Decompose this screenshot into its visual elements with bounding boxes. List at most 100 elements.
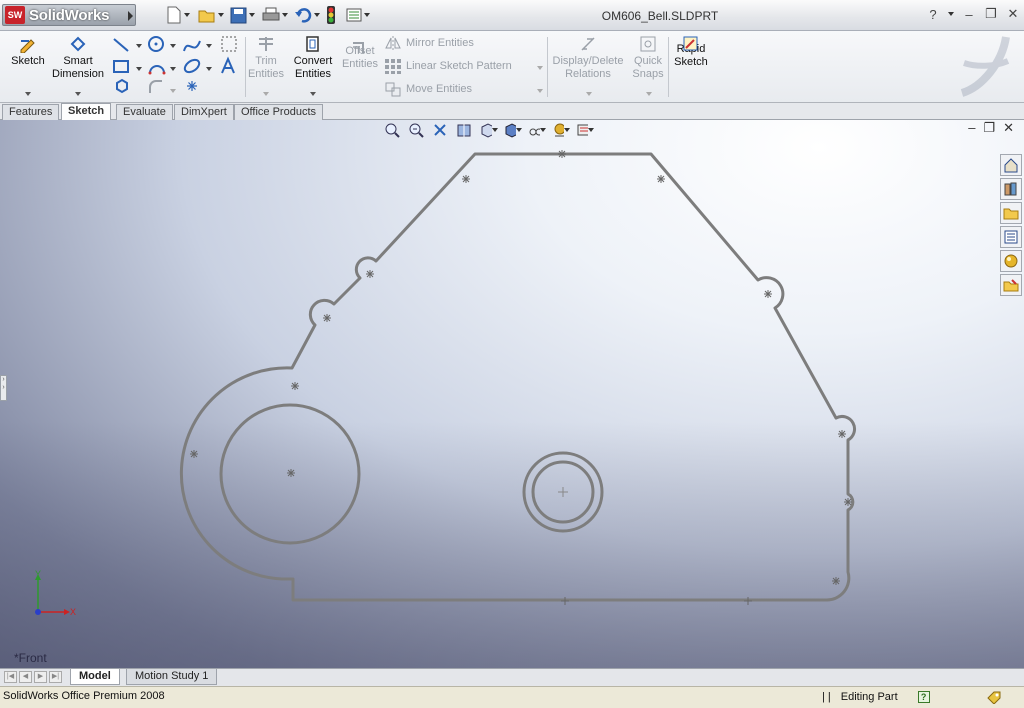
relations-dropdown-icon[interactable]	[586, 92, 592, 96]
smart-dimension-button[interactable]: Smart Dimension	[52, 35, 104, 81]
next-tab-arrow-icon[interactable]: ▶	[34, 671, 47, 683]
zoom-to-fit-button[interactable]	[384, 122, 402, 138]
save-icon	[230, 7, 247, 23]
convert-dropdown-icon[interactable]	[310, 92, 316, 96]
sketch-button[interactable]: Sketch	[10, 35, 46, 68]
circle-icon[interactable]	[148, 36, 164, 52]
task-pane-design-library[interactable]	[1000, 178, 1022, 200]
quick-tips-help-icon[interactable]: ?	[917, 691, 930, 703]
polygon-icon[interactable]	[116, 78, 128, 94]
open-button[interactable]	[198, 5, 226, 25]
options-button[interactable]	[346, 5, 374, 25]
pattern-dropdown-icon[interactable]	[537, 66, 543, 70]
construction-geometry-icon[interactable]	[221, 36, 237, 52]
save-button[interactable]	[230, 5, 258, 25]
tab-features[interactable]: Features	[2, 104, 60, 120]
ellipse-icon[interactable]	[183, 57, 202, 74]
rapid-sketch-button[interactable]: Rapid Sketch	[672, 36, 710, 69]
trim-dropdown-icon[interactable]	[263, 92, 269, 96]
hide-show-items-button[interactable]	[528, 122, 546, 138]
quick-snaps-button[interactable]: Quick Snaps	[630, 35, 666, 81]
tab-motion-study-1[interactable]: Motion Study 1	[126, 669, 218, 685]
display-delete-relations-button[interactable]: Display/Delete Relations	[552, 35, 624, 81]
mirror-entities-button[interactable]: Mirror Entities	[384, 35, 474, 51]
status-right-group: | | Editing Part ?	[822, 690, 1002, 704]
graphics-area[interactable]: – ❐ ✕ › › Y X *Front	[0, 120, 1024, 668]
traffic-light-icon	[327, 6, 335, 24]
viewport-minimize-button[interactable]: –	[968, 120, 975, 136]
task-pane-appearances[interactable]	[1000, 250, 1022, 272]
tab-office-products[interactable]: Office Products	[234, 104, 323, 120]
rebuild-button[interactable]	[326, 5, 342, 25]
undo-button[interactable]	[294, 5, 322, 25]
feature-manager-expand-handle[interactable]: › ›	[0, 375, 7, 401]
mirror-entities-icon	[385, 36, 401, 50]
tab-model[interactable]: Model	[70, 669, 120, 685]
trim-entities-button[interactable]: Trim Entities	[247, 35, 285, 81]
new-document-button[interactable]	[166, 5, 194, 25]
heads-up-view-toolbar	[384, 122, 594, 138]
move-entities-button[interactable]: Move Entities	[384, 81, 472, 97]
help-button[interactable]: ?	[926, 7, 940, 22]
display-style-button[interactable]	[504, 122, 522, 138]
task-pane-file-explorer[interactable]	[1000, 202, 1022, 224]
tab-scroll-arrows: |◀ ◀ ▶ ▶|	[4, 671, 62, 683]
quick-access-toolbar	[166, 5, 374, 25]
display-delete-relations-label-1: Display/Delete	[552, 55, 624, 67]
point-icon[interactable]	[187, 81, 197, 91]
open-folder-icon	[198, 10, 215, 23]
trim-entities-icon	[259, 37, 273, 51]
quick-snaps-label-1: Quick	[633, 55, 663, 67]
smart-dimension-label-1: Smart	[63, 55, 93, 67]
text-icon[interactable]	[221, 56, 235, 74]
smart-dimension-dropdown-icon[interactable]	[75, 92, 81, 96]
prev-tab-arrow-icon[interactable]: ◀	[19, 671, 32, 683]
edit-appearance-button[interactable]	[552, 122, 570, 138]
linear-sketch-pattern-button[interactable]: Linear Sketch Pattern	[384, 58, 512, 74]
outer-profile[interactable]	[179, 152, 857, 602]
view-settings-button[interactable]	[576, 122, 594, 138]
tag-icon[interactable]	[986, 690, 1002, 704]
solidworks-menu-button[interactable]: SW SolidWorks	[2, 4, 136, 26]
first-tab-arrow-icon[interactable]: |◀	[4, 671, 17, 683]
section-view-button[interactable]	[456, 122, 474, 138]
smart-dimension-icon	[70, 36, 86, 52]
view-orientation-button[interactable]	[480, 122, 498, 138]
tab-dimxpert[interactable]: DimXpert	[174, 104, 234, 120]
spline-icon[interactable]	[183, 40, 201, 52]
help-dropdown-icon[interactable]	[948, 12, 954, 16]
close-button[interactable]: ✕	[1006, 6, 1020, 22]
print-button[interactable]	[262, 5, 290, 25]
solidworks-logo-text: SolidWorks	[29, 6, 110, 24]
minimize-button[interactable]: –	[962, 7, 976, 22]
linear-pattern-icon	[385, 59, 401, 74]
command-manager: Sketch Smart Dimension Trim Entities Con…	[0, 31, 1024, 103]
task-pane-view-palette[interactable]	[1000, 226, 1022, 248]
task-pane-home[interactable]	[1000, 154, 1022, 176]
convert-entities-label-2: Entities	[294, 68, 332, 80]
restore-button[interactable]: ❐	[984, 6, 998, 22]
quick-snaps-dropdown-icon[interactable]	[646, 92, 652, 96]
zoom-to-fit-icon	[385, 123, 400, 138]
offset-entities-button[interactable]: Offset Entities	[340, 42, 380, 71]
tab-evaluate[interactable]: Evaluate	[116, 104, 173, 120]
task-pane-custom-properties[interactable]	[1000, 274, 1022, 296]
arc-icon[interactable]	[148, 65, 166, 75]
ribbon-separator	[547, 37, 548, 97]
convert-entities-button[interactable]: Convert Entities	[290, 35, 336, 81]
viewport-restore-button[interactable]: ❐	[983, 120, 995, 136]
previous-view-button[interactable]	[432, 122, 450, 138]
last-tab-arrow-icon[interactable]: ▶|	[49, 671, 62, 683]
tab-sketch[interactable]: Sketch	[61, 103, 112, 121]
window-controls: ? – ❐ ✕	[926, 6, 1020, 22]
line-icon[interactable]	[113, 38, 129, 52]
sketch-dropdown-icon[interactable]	[25, 92, 31, 96]
sketch-entities-grid	[113, 36, 237, 94]
solidworks-logo-icon: SW	[5, 6, 25, 24]
viewport-close-button[interactable]: ✕	[1003, 120, 1014, 136]
design-library-icon	[1004, 182, 1017, 196]
sketch-geometry[interactable]	[0, 120, 1024, 668]
rectangle-icon[interactable]	[113, 60, 129, 73]
zoom-to-area-button[interactable]	[408, 122, 426, 138]
move-dropdown-icon[interactable]	[537, 89, 543, 93]
